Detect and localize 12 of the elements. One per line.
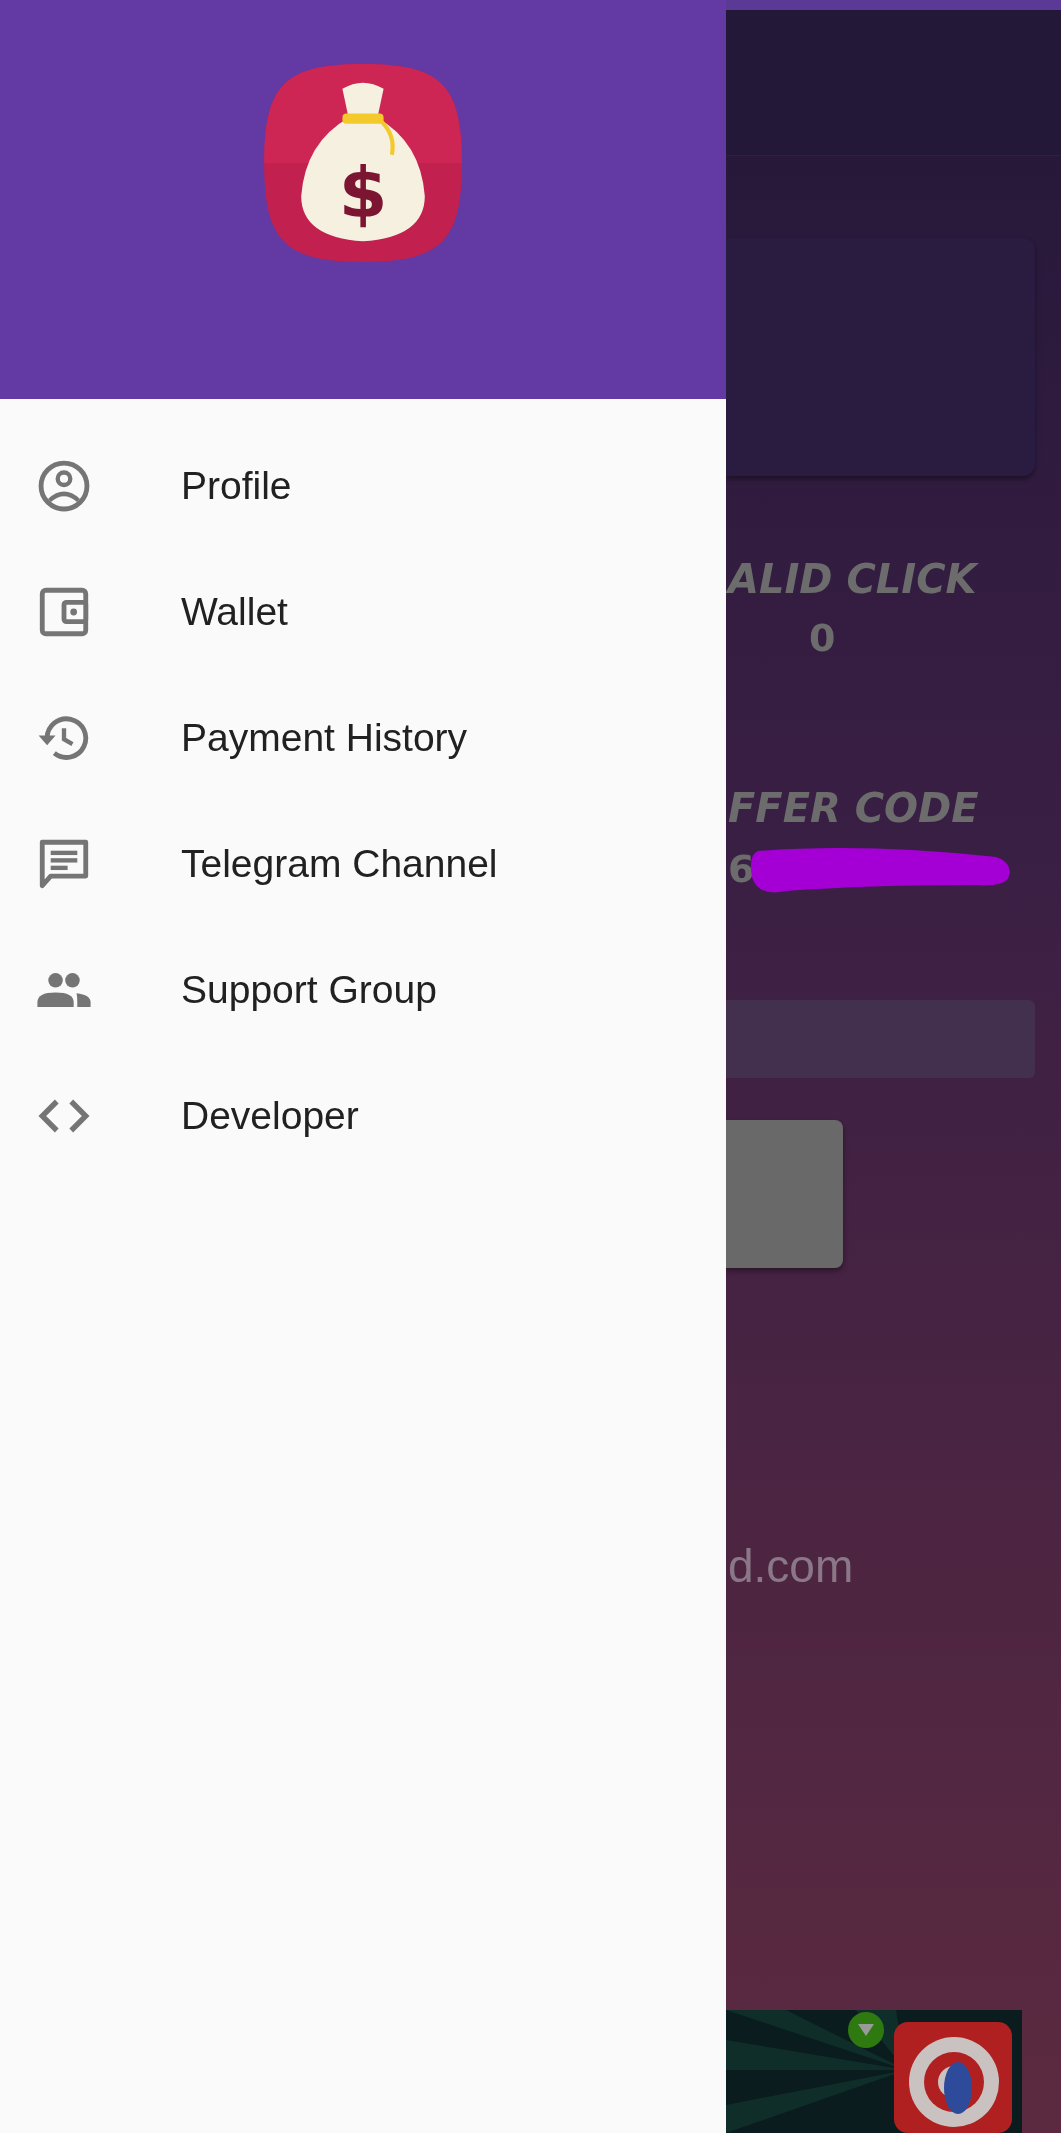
menu-item[interactable]: Profile <box>0 423 726 549</box>
app-button[interactable] <box>726 1120 843 1268</box>
menu-item[interactable]: Wallet <box>0 549 726 675</box>
stat-value: 6 <box>728 847 755 891</box>
website-text: d.com <box>727 1539 855 1593</box>
menu-item[interactable]: Payment History <box>0 675 726 801</box>
stat-label: FFER CODE <box>727 785 980 831</box>
stat-value: 0 <box>809 616 836 660</box>
input-field[interactable] <box>726 1000 1035 1078</box>
menu-item[interactable]: Support Group <box>0 927 726 1053</box>
menu-item[interactable]: Developer <box>0 1053 726 1179</box>
menu-item[interactable]: Telegram Channel <box>0 801 726 927</box>
